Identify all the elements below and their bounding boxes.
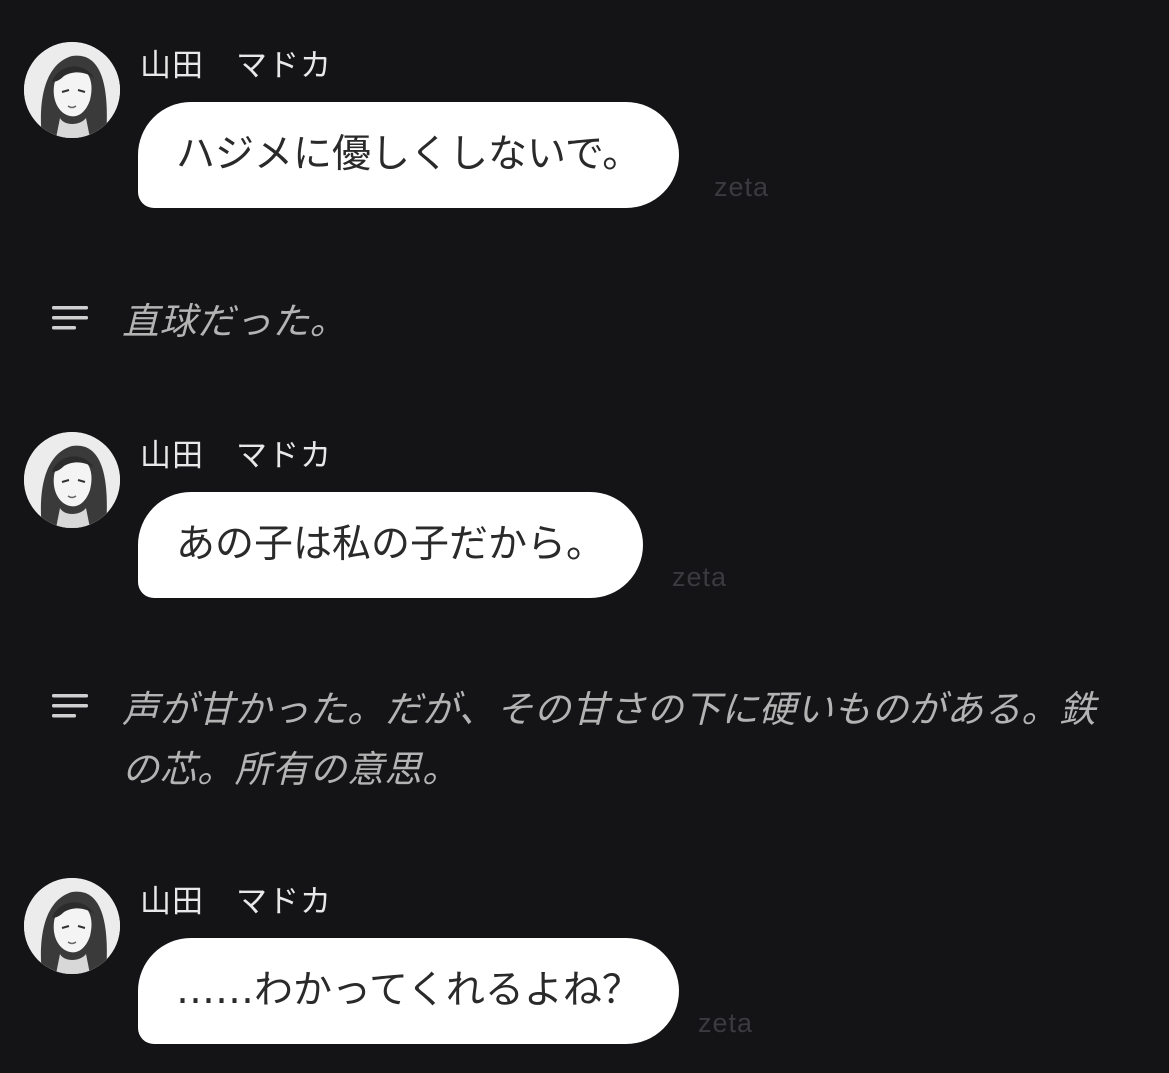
character-message: 山田 マドカ ハジメに優しくしないで。 zeta (0, 42, 1169, 212)
speaker-name: 山田 マドカ (140, 438, 332, 474)
narration-lines-icon (52, 306, 88, 330)
message-bubble[interactable]: ……わかってくれるよね？ (138, 938, 679, 1044)
speaker-name: 山田 マドカ (140, 884, 332, 920)
narration-block: 声が甘かった。だが、その甘さの下に硬いものがある。鉄の芯。所有の意思。 (0, 680, 1169, 800)
narration-text: 直球だった。 (122, 300, 347, 343)
speaker-name: 山田 マドカ (140, 48, 332, 84)
character-portrait-icon (24, 42, 120, 138)
character-avatar[interactable] (24, 878, 120, 974)
narration-block: 直球だった。 (0, 292, 1169, 352)
character-message: 山田 マドカ ……わかってくれるよね？ zeta (0, 878, 1169, 1048)
narration-text: 声が甘かった。だが、その甘さの下に硬いものがある。鉄の芯。所有の意思。 (122, 688, 1097, 791)
character-message: 山田 マドカ あの子は私の子だから。 zeta (0, 432, 1169, 602)
character-portrait-icon (24, 878, 120, 974)
character-portrait-icon (24, 432, 120, 528)
zeta-watermark: zeta (698, 1008, 754, 1038)
narration-lines-icon (52, 694, 88, 718)
chat-view: 山田 マドカ ハジメに優しくしないで。 zeta 直球だった。 山田 マドカ あ… (0, 0, 1169, 1073)
message-bubble[interactable]: ハジメに優しくしないで。 (138, 102, 680, 208)
message-bubble[interactable]: あの子は私の子だから。 (138, 492, 644, 598)
zeta-watermark: zeta (714, 172, 770, 202)
zeta-watermark: zeta (672, 562, 728, 592)
character-avatar[interactable] (24, 432, 120, 528)
character-avatar[interactable] (24, 42, 120, 138)
